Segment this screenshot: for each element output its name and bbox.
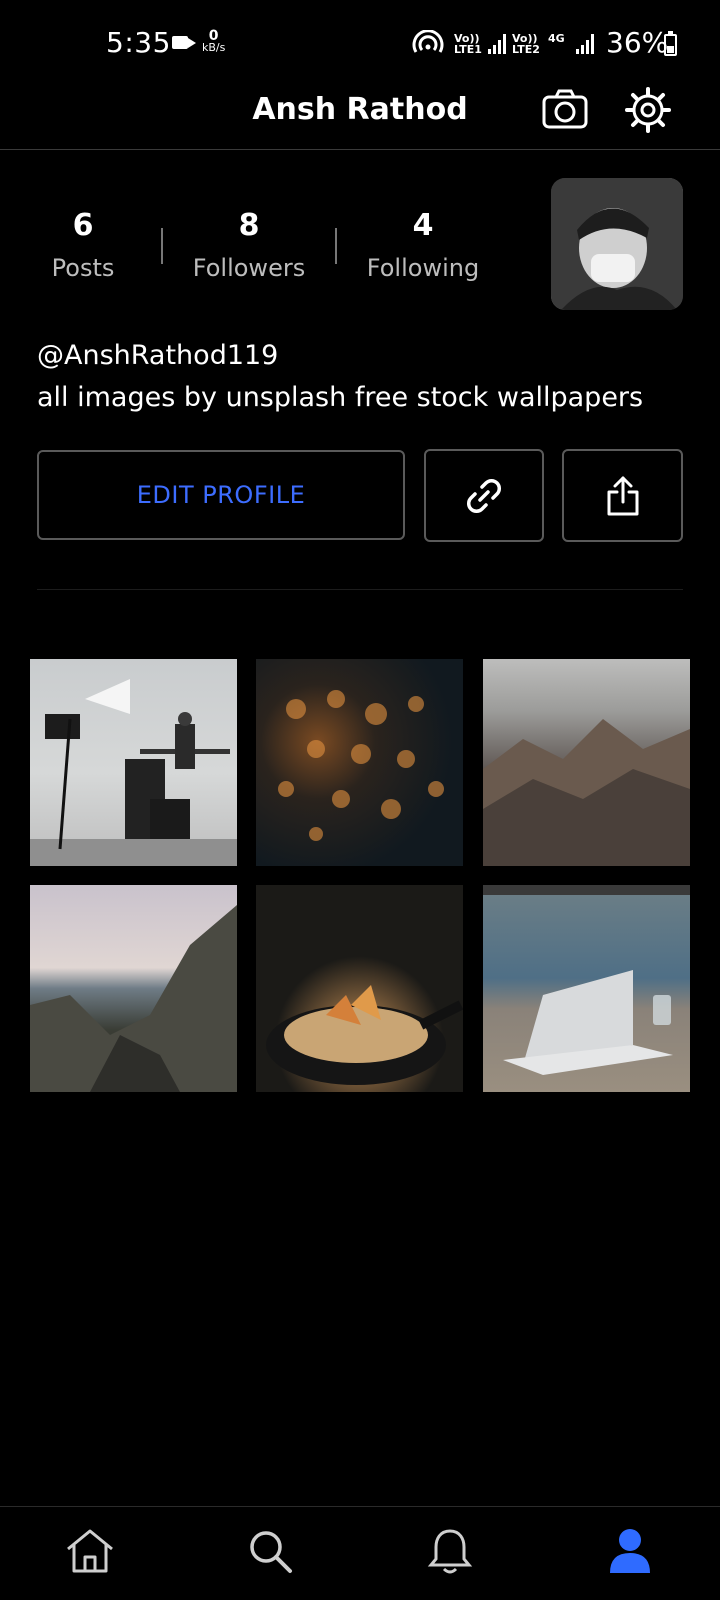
profile-icon[interactable] [604,1525,656,1577]
hotspot-icon [412,30,444,53]
post-bokeh-lights[interactable] [256,659,463,866]
share-icon [607,476,638,515]
post-coastal-rocks[interactable] [30,885,237,1092]
profile-bio: all images by unsplash free stock wallpa… [37,382,644,413]
following-label: Following [366,254,480,282]
header-divider [0,149,720,150]
post-food-pan[interactable] [256,885,463,1092]
copy-link-button[interactable] [424,449,544,542]
edit-profile-button[interactable]: EDIT PROFILE [37,450,405,540]
post-image [483,719,690,866]
post-misty-mountains[interactable] [483,659,690,866]
video-record-icon [172,36,196,49]
battery-percent: 36% [606,26,669,59]
home-icon[interactable] [64,1525,116,1577]
sim1-label: Vo)) LTE1 [454,33,482,55]
following-count: 4 [412,208,434,243]
sim2-label: Vo)) LTE2 [512,33,540,55]
post-studio-setup[interactable] [30,659,237,866]
sim1-signal-icon [488,34,506,54]
status-bar: 5:35 0 kB/s Vo)) LTE1 Vo)) LTE2 4G 36% [0,0,720,88]
network-type: 4G [548,32,565,45]
sim2-signal-icon [576,34,594,54]
sim2-lte: LTE2 [512,43,540,56]
bottom-nav-divider [0,1506,720,1507]
camera-icon[interactable] [540,85,590,135]
battery-icon [664,31,677,56]
post-image [30,679,237,866]
network-speed: 0 kB/s [202,29,226,54]
page-title: Ansh Rathod [252,92,468,127]
posts-label: Posts [51,254,115,282]
sim1-lte: LTE1 [454,43,482,56]
post-image [278,690,444,841]
post-image [266,985,463,1085]
share-profile-button[interactable] [562,449,683,542]
bell-icon[interactable] [424,1525,476,1577]
posts-count: 6 [72,208,94,243]
stat-separator [161,228,163,264]
status-time: 5:35 [106,26,171,59]
post-image [483,885,690,1075]
post-laptop-table[interactable] [483,885,690,1092]
network-speed-unit: kB/s [202,41,226,54]
link-icon [466,478,502,513]
stat-posts[interactable]: 6 Posts [13,208,153,282]
stat-separator [335,228,337,264]
search-icon[interactable] [244,1525,296,1577]
avatar-photo [551,178,683,310]
stat-following[interactable]: 4 Following [353,208,493,282]
profile-handle: @AnshRathod119 [37,340,279,371]
content-divider [37,589,683,590]
followers-count: 8 [238,208,260,243]
post-image [30,905,237,1092]
followers-label: Followers [192,254,306,282]
stat-followers[interactable]: 8 Followers [179,208,319,282]
gear-icon[interactable] [623,85,673,135]
avatar[interactable] [551,178,683,310]
